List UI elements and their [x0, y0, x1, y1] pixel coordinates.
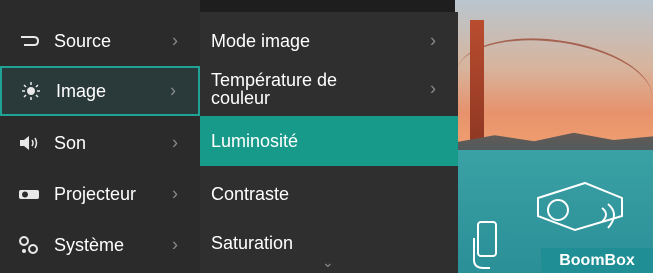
image-submenu: Mode image › Température de couleur › Lu…: [200, 12, 458, 273]
submenu-item-label: Luminosité: [211, 130, 299, 151]
submenu-item-label: Saturation: [211, 232, 294, 253]
chevron-right-icon: ›: [172, 234, 178, 255]
submenu-item-temperature-couleur[interactable]: Température de couleur ›: [200, 64, 458, 114]
menu-item-label: Système: [54, 234, 125, 255]
menu-item-son[interactable]: Son ›: [0, 118, 200, 168]
menu-item-source[interactable]: Source ›: [0, 16, 200, 66]
menu-item-label: Son: [54, 132, 87, 153]
source-icon: [18, 31, 44, 51]
menu-item-label: Projecteur: [54, 183, 137, 204]
chevron-right-icon: ›: [170, 80, 176, 101]
submenu-item-contraste[interactable]: Contraste: [200, 169, 458, 219]
phone-hand-icon: [473, 221, 497, 269]
chevron-right-icon: ›: [172, 132, 178, 153]
chevron-right-icon: ›: [430, 78, 436, 99]
menu-item-label: Image: [56, 80, 107, 101]
system-icon: [18, 235, 44, 255]
main-menu: Source › Image › Son › Projecteur › Syst…: [0, 0, 200, 273]
submenu-item-label: Mode image: [211, 30, 311, 51]
chevron-right-icon: ›: [172, 30, 178, 51]
image-icon: [20, 81, 46, 101]
menu-item-image[interactable]: Image ›: [0, 66, 200, 116]
speaker-icon: [18, 133, 44, 153]
menu-item-systeme[interactable]: Système ›: [0, 220, 200, 270]
submenu-item-luminosite[interactable]: Luminosité: [200, 116, 458, 166]
projector-icon: [18, 184, 44, 204]
bridge-tower: [470, 20, 484, 155]
chevron-down-icon[interactable]: ⌄: [322, 254, 334, 271]
menu-item-projecteur[interactable]: Projecteur ›: [0, 169, 200, 219]
chevron-right-icon: ›: [430, 30, 436, 51]
menu-item-label: Source: [54, 30, 112, 51]
submenu-item-label: Température de couleur: [211, 70, 338, 108]
chevron-right-icon: ›: [172, 183, 178, 204]
boombox-badge: BoomBox: [541, 248, 653, 273]
submenu-item-label: Contraste: [211, 183, 290, 204]
projector-icon: [537, 181, 623, 232]
submenu-item-mode-image[interactable]: Mode image ›: [200, 16, 458, 66]
